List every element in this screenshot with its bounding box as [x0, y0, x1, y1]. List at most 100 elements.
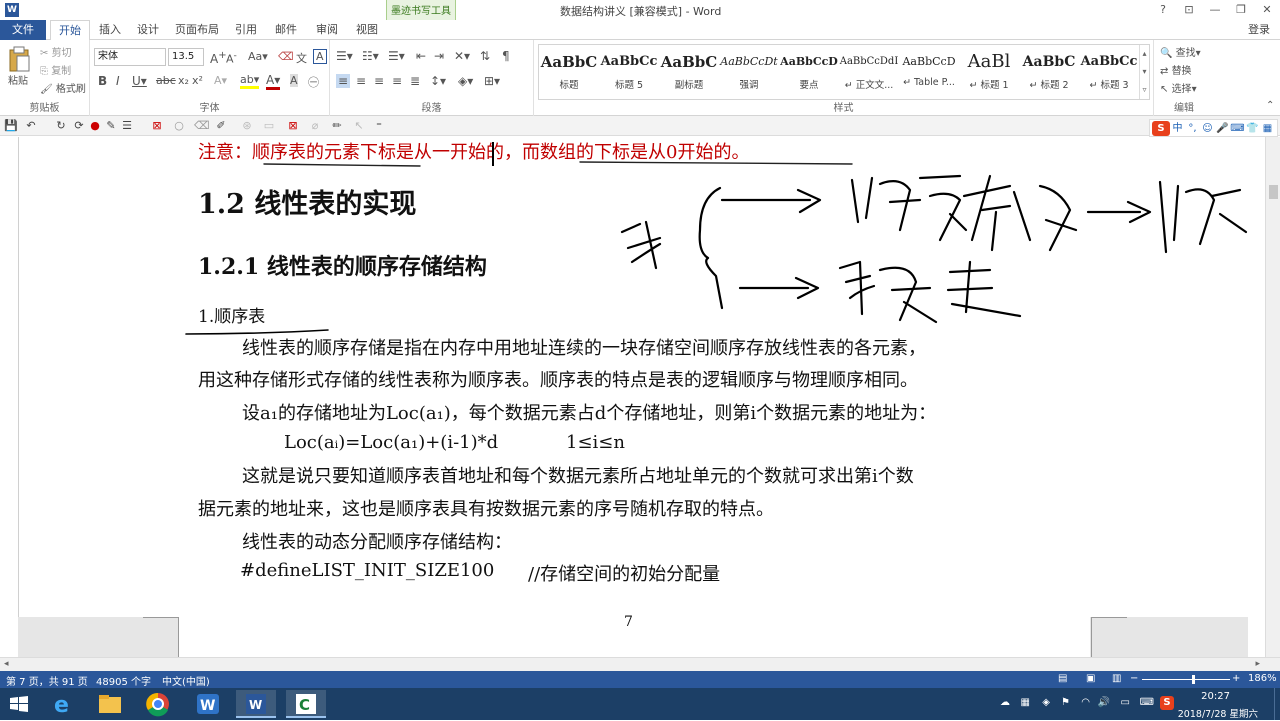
vertical-scrollbar[interactable]	[1265, 137, 1280, 657]
zoom-slider[interactable]	[1142, 679, 1230, 680]
horizontal-scrollbar[interactable]: ◂ ▸	[0, 657, 1280, 671]
skin-icon[interactable]: 👕	[1245, 121, 1260, 136]
ribbon-display-options-button[interactable]: ⊡	[1176, 0, 1202, 20]
formula-range[interactable]: 1≤i≤n	[566, 432, 625, 453]
heading-1-2[interactable]: 1.2 线性表的实现	[198, 182, 416, 221]
word-count-status[interactable]: 48905 个字	[96, 673, 151, 688]
close-ink-icon[interactable]: ⊠	[286, 119, 300, 133]
tray-network-icon[interactable]: ▦	[1021, 697, 1030, 708]
vertical-scroll-thumb[interactable]	[1269, 185, 1278, 199]
restore-button[interactable]: ❐	[1228, 0, 1254, 20]
clock-time[interactable]: 20:27	[1201, 691, 1230, 702]
paste-icon[interactable]	[8, 46, 30, 72]
change-case-button[interactable]: Aa▾	[248, 50, 268, 63]
font-name-select[interactable]: 宋体	[94, 48, 166, 66]
replace-button[interactable]: ⇄ 替换	[1160, 62, 1192, 77]
show-marks-button[interactable]: ¶	[502, 49, 510, 63]
keyboard-icon[interactable]: ⌨	[1230, 121, 1245, 136]
emoji-icon[interactable]: ☺	[1200, 121, 1215, 136]
select-button[interactable]: ↖ 选择▾	[1160, 80, 1197, 95]
heading-1-2-1[interactable]: 1.2.1 线性表的顺序存储结构	[198, 249, 487, 281]
paragraph-1-line-2[interactable]: 用这种存储形式存储的线性表称为顺序表。顺序表的特点是表的逻辑顺序与物理顺序相同。	[198, 366, 918, 392]
font-size-select[interactable]: 13.5	[168, 48, 204, 66]
zoom-level[interactable]: 186%	[1248, 673, 1277, 684]
style-title[interactable]: AaBbC 标题	[539, 47, 599, 97]
microphone-icon[interactable]: 🎤	[1215, 121, 1230, 136]
zoom-out-button[interactable]: −	[1130, 673, 1138, 684]
web-layout-icon[interactable]: ▥	[1112, 673, 1121, 684]
close-button[interactable]: ✕	[1254, 0, 1280, 20]
cut-button[interactable]: ✂ 剪切	[40, 44, 72, 59]
code-comment[interactable]: //存储空间的初始分配量	[528, 560, 720, 586]
eraser-icon[interactable]: ⌫	[194, 119, 210, 133]
multilevel-list-button[interactable]: ☰▾	[388, 49, 405, 63]
tray-flag-icon[interactable]: ⚑	[1061, 697, 1070, 708]
style-table-paragraph[interactable]: AaBbCcD ↵ Table P...	[899, 47, 959, 97]
align-center-button[interactable]: ≡	[356, 74, 366, 88]
superscript-button[interactable]: x²	[192, 74, 203, 87]
paragraph-1-line-1[interactable]: 线性表的顺序存储是指在内存中用地址连续的一块存储空间顺序存放线性表的各元素，	[242, 334, 926, 360]
chinese-layout-button[interactable]: ✕▾	[454, 49, 470, 63]
justify-button[interactable]: ≡	[392, 74, 402, 88]
print-layout-icon[interactable]: ▣	[1086, 673, 1095, 684]
zoom-in-button[interactable]: +	[1232, 673, 1240, 684]
tab-review[interactable]: 审阅	[308, 20, 346, 40]
tab-mailings[interactable]: 邮件	[266, 20, 306, 40]
note-text[interactable]: 注意：顺序表的元素下标是从一开始的，而数组的下标是从0开始的。	[198, 138, 749, 164]
subheading-sequential-list[interactable]: 1.顺序表	[198, 302, 265, 327]
paste-button[interactable]: 粘贴	[8, 72, 28, 87]
bullets-button[interactable]: ☰▾	[336, 49, 353, 63]
color-icon[interactable]: ●	[88, 119, 102, 133]
minimize-button[interactable]: —	[1202, 0, 1228, 20]
clear-format-icon[interactable]: ⌫	[278, 50, 294, 63]
find-button[interactable]: 🔍 查找▾	[1160, 44, 1201, 59]
phonetic-guide-icon[interactable]: 文	[296, 50, 307, 66]
collapse-ribbon-icon[interactable]: ⌃	[1266, 100, 1274, 111]
tab-home[interactable]: 开始	[50, 20, 90, 41]
tab-layout[interactable]: 页面布局	[168, 20, 226, 40]
font-color-button[interactable]: A▾	[266, 73, 281, 90]
save-icon[interactable]: 💾	[4, 119, 18, 133]
login-link[interactable]: 登录	[1248, 20, 1270, 40]
toolbox-icon[interactable]: ▦	[1260, 121, 1275, 136]
undo-icon[interactable]: ↶	[24, 119, 38, 133]
paragraph-2[interactable]: 设a₁的存储地址为Loc(a₁)，每个数据元素占d个存储地址，则第i个数据元素的…	[242, 399, 936, 425]
language-status[interactable]: 中文(中国)	[162, 673, 210, 688]
align-right-button[interactable]: ≡	[374, 74, 384, 88]
line-spacing-button[interactable]: ↕▾	[430, 74, 446, 88]
stroke-eraser-icon[interactable]: ⌀	[308, 119, 322, 133]
taskbar-explorer[interactable]	[90, 690, 130, 718]
tab-insert[interactable]: 插入	[92, 20, 128, 40]
highlight-color-button[interactable]: ab▾	[240, 73, 260, 89]
bold-button[interactable]: B	[98, 74, 107, 88]
draw-icon[interactable]: ✏	[330, 119, 344, 133]
read-mode-icon[interactable]: ▤	[1058, 673, 1067, 684]
tray-volume-icon[interactable]: 🔊	[1098, 697, 1110, 708]
zoom-slider-thumb[interactable]	[1192, 675, 1195, 684]
redo-icon[interactable]: ↻	[54, 119, 68, 133]
style-heading-3[interactable]: AaBbCc ↵ 标题 3	[1079, 47, 1139, 97]
tab-design[interactable]: 设计	[130, 20, 166, 40]
style-body-text[interactable]: AaBbCcDdI ↵ 正文文...	[839, 47, 899, 97]
tray-keyboard-icon[interactable]: ⌨	[1140, 697, 1154, 708]
distributed-button[interactable]: ≣	[410, 74, 420, 88]
enclose-char-icon[interactable]: ㊀	[308, 74, 319, 90]
sogou-logo-icon[interactable]: S	[1152, 120, 1170, 136]
help-button[interactable]: ?	[1150, 0, 1176, 20]
sort-button[interactable]: ⇅	[480, 49, 490, 63]
align-left-button[interactable]: ≡	[336, 74, 351, 88]
paragraph-4[interactable]: 线性表的动态分配顺序存储结构：	[242, 528, 512, 554]
style-heading-2[interactable]: AaBbC ↵ 标题 2	[1019, 47, 1079, 97]
style-heading-5[interactable]: AaBbCc 标题 5	[599, 47, 659, 97]
underline-button[interactable]: U▾	[132, 74, 147, 88]
decrease-indent-button[interactable]: ⇤	[416, 49, 426, 63]
windows-start-icon[interactable]	[10, 696, 28, 712]
style-emphasis[interactable]: AaBbCcDt 强调	[719, 47, 779, 97]
format-painter-button[interactable]: 🖌 格式刷	[40, 80, 86, 95]
increase-indent-button[interactable]: ⇥	[434, 49, 444, 63]
tray-wifi-icon[interactable]: ◠	[1081, 697, 1090, 708]
grow-font-button[interactable]: A+	[210, 50, 227, 66]
word-app-icon[interactable]: W	[5, 3, 19, 17]
customize-qat-icon[interactable]: ⁼	[372, 119, 386, 133]
circle-tool-icon[interactable]: ○	[172, 119, 186, 133]
